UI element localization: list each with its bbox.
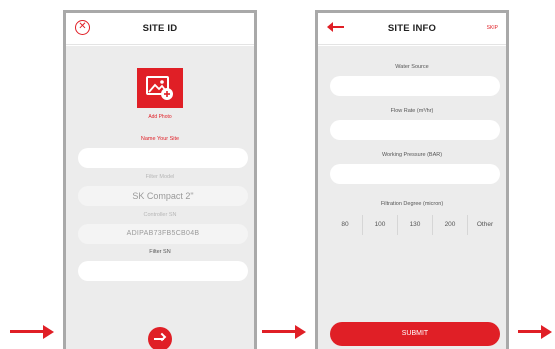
working-pressure-label: Working Pressure (BAR) bbox=[381, 152, 443, 158]
flow-arrow-middle bbox=[262, 325, 306, 339]
water-source-label: Water Source bbox=[395, 64, 429, 70]
add-photo-button[interactable] bbox=[137, 68, 183, 108]
site-info-form: Water Source Flow Rate (m³/hr) Working P… bbox=[318, 46, 506, 349]
flow-rate-label: Flow Rate (m³/hr) bbox=[390, 108, 434, 114]
flow-rate-input[interactable] bbox=[330, 120, 500, 140]
flow-arrow-right bbox=[518, 325, 552, 339]
add-photo-icon bbox=[146, 76, 173, 100]
controller-sn-label: Controller SN bbox=[143, 212, 177, 218]
degree-option-200[interactable]: 200 bbox=[432, 215, 467, 235]
filter-model-label: Filter Model bbox=[145, 174, 175, 180]
filtration-degree-selector: 80 100 130 200 Other bbox=[328, 215, 502, 235]
site-info-screen: SITE INFO SKIP Water Source Flow Rate (m… bbox=[315, 10, 509, 349]
site-id-header: ✕ SITE ID bbox=[66, 13, 254, 45]
filtration-degree-label: Filtration Degree (micron) bbox=[380, 201, 444, 207]
degree-option-130[interactable]: 130 bbox=[397, 215, 432, 235]
site-name-label: Name Your Site bbox=[140, 136, 180, 142]
water-source-input[interactable] bbox=[330, 76, 500, 96]
working-pressure-input[interactable] bbox=[330, 164, 500, 184]
degree-option-other[interactable]: Other bbox=[467, 215, 502, 235]
filter-model-field: SK Compact 2" bbox=[78, 186, 248, 206]
site-id-form: Add Photo Name Your Site Filter Model SK… bbox=[66, 46, 254, 349]
site-name-input[interactable] bbox=[78, 148, 248, 168]
page-title: SITE INFO bbox=[387, 23, 437, 34]
site-id-screen: ✕ SITE ID Add Photo Name Your Site Filte… bbox=[63, 10, 257, 349]
submit-button[interactable]: SUBMIT bbox=[330, 322, 500, 346]
next-button[interactable] bbox=[148, 327, 172, 349]
filter-sn-label: Filter SN bbox=[149, 249, 171, 255]
skip-link[interactable]: SKIP bbox=[487, 25, 498, 31]
flow-arrow-left bbox=[10, 325, 54, 339]
add-photo-label: Add Photo bbox=[148, 114, 172, 120]
degree-option-80[interactable]: 80 bbox=[328, 215, 362, 235]
filter-sn-input[interactable] bbox=[78, 261, 248, 281]
degree-option-100[interactable]: 100 bbox=[362, 215, 397, 235]
controller-sn-field: ADIPAB73FB5CB04B bbox=[78, 224, 248, 244]
page-title: SITE ID bbox=[142, 23, 178, 34]
site-info-header: SITE INFO SKIP bbox=[318, 13, 506, 45]
